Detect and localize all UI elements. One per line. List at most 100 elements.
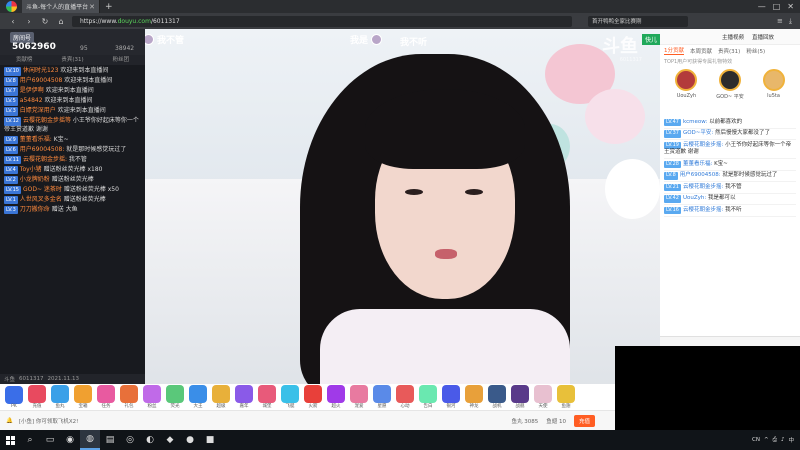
gift-item[interactable]: 银河 — [441, 385, 461, 409]
tab-contribution[interactable]: 贡献榜 — [0, 55, 48, 65]
tab-minute-rank[interactable]: 1分贡献 — [664, 46, 684, 55]
gift-item[interactable]: 心动 — [395, 385, 415, 409]
maximize-button[interactable]: □ — [773, 2, 781, 11]
chat-user[interactable]: 董董看乐福: — [683, 161, 712, 167]
home-icon[interactable]: ⌂ — [56, 17, 66, 26]
gift-item[interactable]: 星愿 — [372, 385, 392, 409]
app-icon[interactable]: ● — [180, 430, 200, 450]
back-icon[interactable]: ‹ — [8, 17, 18, 26]
chat-user[interactable]: 云樱花朝金步摇: — [683, 207, 723, 213]
chat-user[interactable]: 用户69004508: — [680, 172, 721, 178]
anchor-video-link[interactable]: 主播视频 — [722, 33, 744, 41]
chat-user[interactable]: 云樱花朝金步摇: — [683, 184, 723, 190]
gift-item[interactable]: 战舰 — [510, 385, 530, 409]
chat-user[interactable]: Toy小猪 — [20, 166, 42, 173]
chat-user[interactable]: 董董看乐福: — [20, 136, 52, 143]
gift-item[interactable]: 任务 — [96, 385, 116, 409]
start-button[interactable] — [0, 430, 20, 450]
tray-network-icon[interactable]: ⎙ — [773, 437, 777, 444]
tray-volume-icon[interactable]: ♪ — [781, 437, 785, 443]
tab-week-rank[interactable]: 本周贡献 — [690, 47, 712, 55]
close-icon[interactable]: ✕ — [89, 3, 95, 11]
gift-item[interactable]: 宠爱 — [349, 385, 369, 409]
chat-user[interactable]: a54842 — [20, 97, 43, 104]
folder-icon[interactable]: ▤ — [100, 430, 120, 450]
gift-label: 超级 — [216, 404, 226, 409]
gift-item[interactable]: 粉丝 — [142, 385, 162, 409]
window-close-button[interactable]: ✕ — [787, 2, 794, 11]
refresh-icon[interactable]: ↻ — [40, 17, 50, 26]
gift-item[interactable]: 宝箱 — [73, 385, 93, 409]
rank-entry[interactable]: UouZyh — [675, 69, 698, 113]
gift-item[interactable]: 充值 — [27, 385, 47, 409]
obs-icon[interactable]: ◎ — [120, 430, 140, 450]
task-view-icon[interactable]: ▭ — [40, 430, 60, 450]
search-input[interactable]: 首开鸭鸭全家比赛刚 — [588, 15, 688, 27]
chat-user[interactable]: 云樱花朝金步摇: — [23, 156, 67, 163]
gift-item[interactable]: 城堡 — [257, 385, 277, 409]
browser-logo-icon[interactable] — [0, 0, 22, 13]
forward-icon[interactable]: › — [24, 17, 34, 26]
chat-user[interactable]: 用户69004508: — [20, 146, 65, 153]
gift-item[interactable]: 火箭 — [303, 385, 323, 409]
gift-item[interactable]: 超火 — [326, 385, 346, 409]
chat-user[interactable]: 是伊伊啊 — [20, 87, 44, 94]
browser-taskbar-icon[interactable]: ◍ — [80, 430, 100, 450]
chat-user[interactable]: 用户69004508 — [20, 77, 63, 84]
download-icon[interactable]: ⤓ — [789, 17, 792, 26]
rank-entry[interactable]: GOD~ 平安 — [716, 69, 744, 113]
tab-fans[interactable]: 粉丝团 — [97, 55, 145, 65]
app-icon[interactable]: ◐ — [140, 430, 160, 450]
menu-icon[interactable]: ≡ — [777, 17, 783, 26]
search-icon[interactable]: ⌕ — [20, 430, 40, 450]
tab-vip-count[interactable]: 贵宾(31) — [718, 47, 740, 55]
chat-user[interactable]: 人世风叉多金名 — [20, 196, 62, 203]
gift-label: 火箭 — [308, 404, 318, 409]
steam-icon[interactable]: ◉ — [60, 430, 80, 450]
gift-item[interactable]: 荧光 — [165, 385, 185, 409]
live-video[interactable]: 我不管 我是 我不听 斗鱼 6011317 快儿 — [145, 29, 660, 386]
chat-user[interactable]: 刀刀搬你命 — [20, 206, 50, 213]
gift-icon — [327, 385, 345, 403]
tray-ime-icon[interactable]: 中 — [788, 436, 794, 444]
gift-item[interactable]: 超级 — [211, 385, 231, 409]
browser-tab[interactable]: 斗鱼-每个人的直播平台 ✕ — [22, 0, 100, 13]
gift-item[interactable]: 飞艇 — [280, 385, 300, 409]
tab-fans-count[interactable]: 粉丝(5) — [746, 47, 765, 55]
gift-item[interactable]: 大王 — [188, 385, 208, 409]
chat-user[interactable]: 云樱花朝金步摇等 — [23, 117, 71, 124]
app-icon[interactable]: ■ — [200, 430, 220, 450]
chat-user[interactable]: 小龙牌奶粉 — [20, 176, 50, 183]
gift-item[interactable]: 神龙 — [464, 385, 484, 409]
gift-item[interactable]: 天使 — [533, 385, 553, 409]
gift-item[interactable]: 鱼翅 — [556, 385, 576, 409]
minimize-button[interactable]: — — [758, 2, 766, 11]
gift-item[interactable]: 告白 — [418, 385, 438, 409]
chat-user[interactable]: 白嫖党深用户 — [20, 107, 56, 114]
tab-vip[interactable]: 贵宾(31) — [48, 55, 96, 65]
room-stat-a: 95 — [80, 45, 88, 52]
danmu-message: 我是 — [350, 33, 383, 46]
gift-item[interactable]: 礼包 — [119, 385, 139, 409]
gift-item[interactable]: PK — [4, 385, 24, 409]
gift-label: 宝箱 — [78, 404, 88, 409]
chat-user[interactable]: GOD~平安: — [683, 130, 713, 136]
gift-item[interactable]: 鱼丸 — [50, 385, 70, 409]
new-tab-button[interactable]: + — [100, 2, 118, 12]
gift-item[interactable]: 嘉年 — [234, 385, 254, 409]
chat-user[interactable]: kcmeow: — [683, 119, 707, 125]
address-bar[interactable]: https://www. douyu.com/6011317 — [72, 15, 572, 27]
chat-user[interactable]: 云樱花朝金步摇: — [683, 142, 723, 148]
chat-user[interactable]: UouZyh: — [683, 195, 706, 201]
browser-nav-bar: ‹ › ↻ ⌂ https://www. douyu.com/6011317 首开… — [0, 13, 800, 29]
rank-entry[interactable]: lu5ta — [762, 69, 785, 113]
gift-item[interactable]: 战机 — [487, 385, 507, 409]
recharge-button[interactable]: 充值 — [573, 414, 595, 427]
app-icon[interactable]: ◆ — [160, 430, 180, 450]
tray-chevron-icon[interactable]: ^ — [764, 437, 769, 443]
chat-user[interactable]: GOD~ 迷茶时 — [23, 186, 62, 193]
tray-language[interactable]: CN — [752, 437, 760, 443]
replay-link[interactable]: 直播回放 — [752, 33, 774, 41]
chat-input[interactable] — [660, 336, 800, 346]
chat-user[interactable]: 休闲时光123 — [23, 67, 58, 74]
